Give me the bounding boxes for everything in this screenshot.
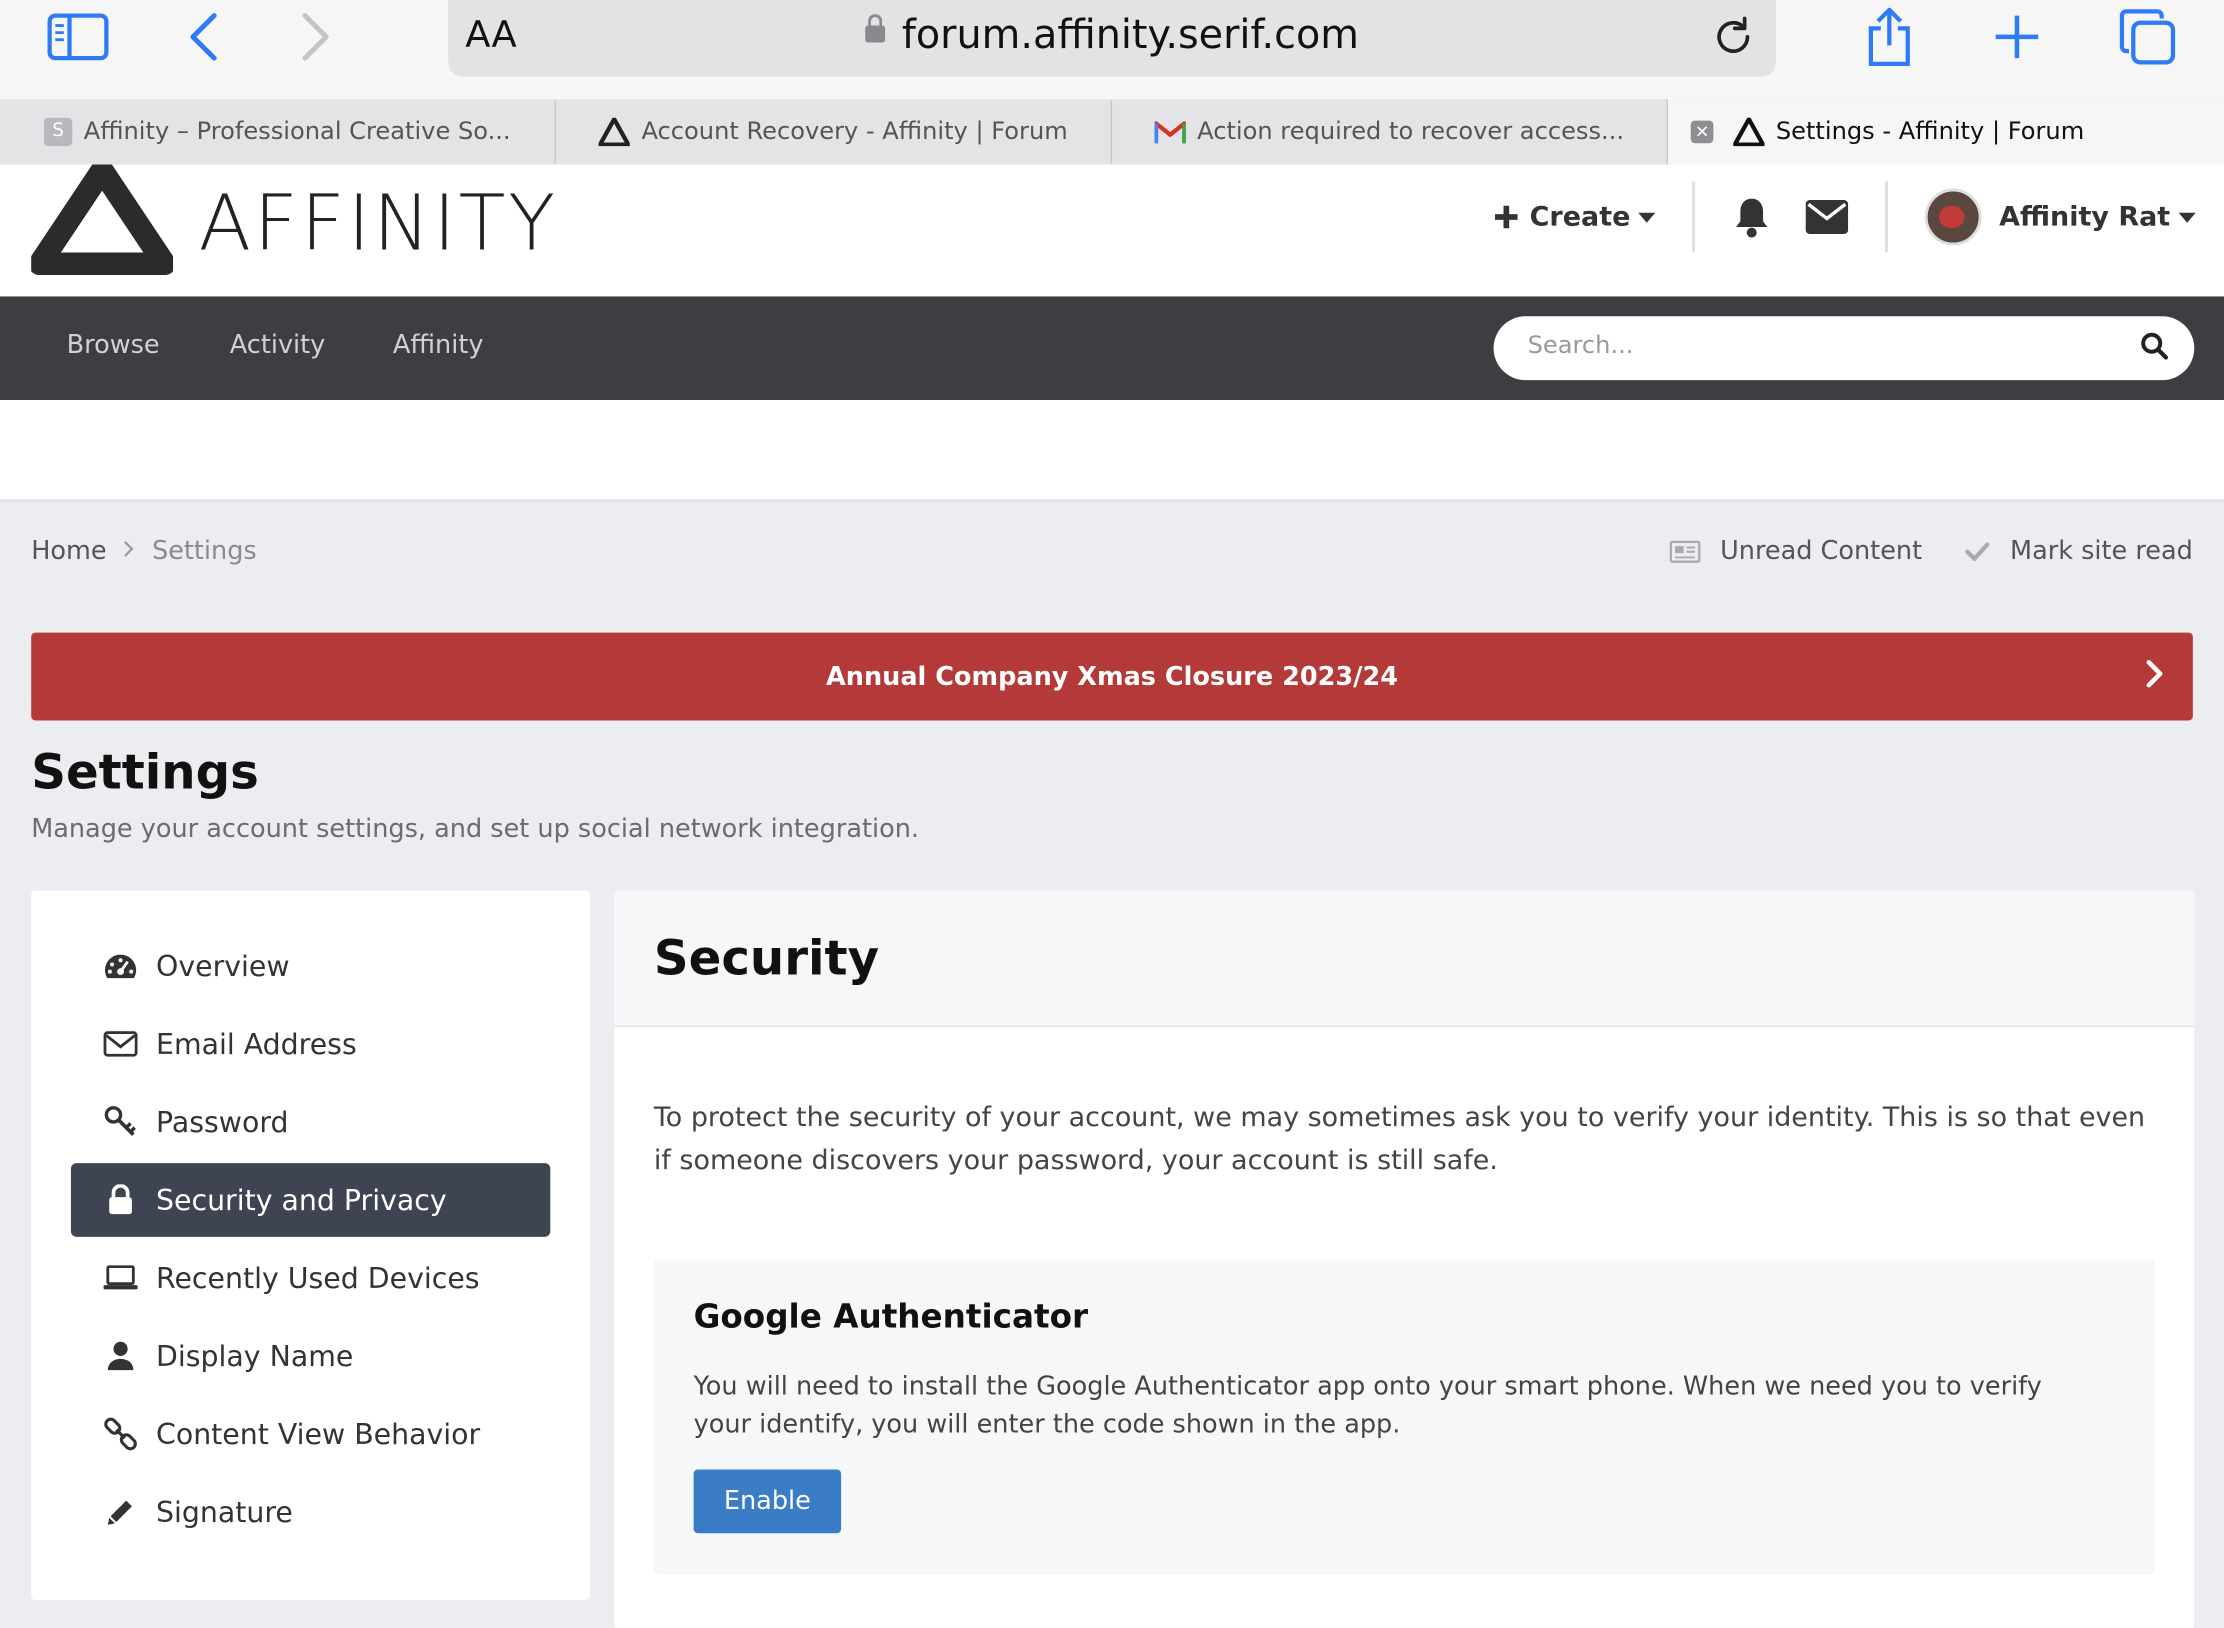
- page-description: Manage your account settings, and set up…: [31, 814, 919, 844]
- newspaper-icon: [1669, 539, 1700, 563]
- search-input[interactable]: [1524, 330, 2098, 362]
- key-icon: [99, 1105, 142, 1139]
- lock-icon: [865, 14, 885, 43]
- check-icon: [1965, 541, 1991, 561]
- tab-settings[interactable]: ✕ Settings - Affinity | Forum: [1668, 99, 2224, 165]
- chevron-right-icon: [2145, 658, 2165, 696]
- close-tab-icon[interactable]: ✕: [1690, 120, 1714, 144]
- chevron-right-icon: [124, 540, 135, 563]
- reload-icon[interactable]: [1711, 14, 1756, 65]
- sidebar-item-overview[interactable]: Overview: [71, 929, 550, 1003]
- back-icon[interactable]: [182, 9, 225, 66]
- sidebar-item-signature[interactable]: Signature: [71, 1475, 550, 1549]
- avatar: [1925, 188, 1983, 246]
- gmail-icon: [1154, 119, 1186, 145]
- forum-header: AFFINITY Create Affinity Rat: [0, 164, 2224, 297]
- forward-icon[interactable]: [295, 9, 338, 66]
- breadcrumb: Home Settings: [31, 536, 257, 566]
- plus-icon: [1495, 205, 1519, 229]
- caret-down-icon: [1638, 212, 1656, 222]
- settings-sidebar: Overview Email Address Password Security…: [31, 890, 591, 1600]
- google-authenticator-card: Google Authenticator You will need to in…: [653, 1259, 2155, 1575]
- dashboard-icon: [99, 952, 142, 980]
- create-menu[interactable]: Create: [1495, 201, 1656, 233]
- main-nav: Browse Activity Affinity: [0, 296, 2224, 400]
- page-title: Settings: [31, 744, 259, 802]
- card-title: Google Authenticator: [693, 1299, 1089, 1337]
- security-intro-text: To protect the security of your account,…: [653, 1102, 2146, 1176]
- link-icon: [99, 1417, 142, 1451]
- laptop-icon: [99, 1265, 142, 1291]
- caret-down-icon: [2178, 212, 2196, 222]
- sidebar-item-devices[interactable]: Recently Used Devices: [71, 1241, 550, 1315]
- url-text: forum.affinity.serif.com: [901, 11, 1360, 59]
- security-panel: Security To protect the security of your…: [614, 890, 2195, 1628]
- tab-account-recovery[interactable]: Account Recovery - Affinity | Forum: [556, 99, 1113, 165]
- favicon-s-icon: S: [43, 117, 73, 147]
- sidebar-toggle-icon[interactable]: [45, 9, 110, 66]
- sidebar-item-email[interactable]: Email Address: [71, 1007, 550, 1081]
- share-icon[interactable]: [1861, 7, 1918, 66]
- tab-bar: S Affinity – Professional Creative So...…: [0, 99, 2224, 166]
- breadcrumb-current: Settings: [151, 536, 257, 566]
- notifications-bell-icon[interactable]: [1732, 196, 1772, 239]
- affinity-favicon-icon: [598, 117, 631, 147]
- pencil-icon: [99, 1496, 142, 1527]
- tabs-overview-icon[interactable]: [2116, 9, 2178, 66]
- card-description: You will need to install the Google Auth…: [693, 1371, 2042, 1440]
- nav-affinity[interactable]: Affinity: [393, 330, 484, 360]
- affinity-logo-icon: [31, 164, 174, 276]
- browser-toolbar: AA forum.affinity.serif.com: [0, 0, 2224, 100]
- sidebar-item-password[interactable]: Password: [71, 1085, 550, 1159]
- new-tab-icon[interactable]: [1989, 9, 2046, 66]
- nav-activity[interactable]: Activity: [230, 330, 325, 360]
- affinity-logo[interactable]: AFFINITY: [31, 164, 558, 276]
- announcement-banner[interactable]: Annual Company Xmas Closure 2023/24: [31, 632, 2193, 721]
- affinity-favicon-icon: [1733, 117, 1765, 147]
- sidebar-item-display-name[interactable]: Display Name: [71, 1319, 550, 1393]
- lock-icon: [99, 1184, 142, 1215]
- user-icon: [99, 1340, 142, 1371]
- sidebar-item-security[interactable]: Security and Privacy: [70, 1163, 551, 1237]
- search-box: [1493, 316, 2195, 381]
- unread-content-link[interactable]: Unread Content: [1669, 536, 1922, 566]
- search-icon[interactable]: [2140, 332, 2169, 366]
- tab-gmail[interactable]: Action required to recover access...: [1112, 99, 1669, 165]
- nav-browse[interactable]: Browse: [67, 330, 160, 360]
- mark-site-read-link[interactable]: Mark site read: [1965, 536, 2193, 566]
- enable-button[interactable]: Enable: [693, 1469, 842, 1534]
- user-menu[interactable]: Affinity Rat: [1925, 188, 2196, 246]
- breadcrumb-home[interactable]: Home: [31, 536, 106, 566]
- header-spacer: [0, 399, 2224, 503]
- messages-envelope-icon[interactable]: [1806, 199, 1849, 235]
- address-bar[interactable]: AA forum.affinity.serif.com: [448, 0, 1776, 77]
- sidebar-item-content-view[interactable]: Content View Behavior: [71, 1397, 550, 1471]
- envelope-icon: [99, 1031, 142, 1057]
- tab-affinity-home[interactable]: S Affinity – Professional Creative So...: [0, 99, 557, 165]
- section-title: Security: [653, 930, 880, 988]
